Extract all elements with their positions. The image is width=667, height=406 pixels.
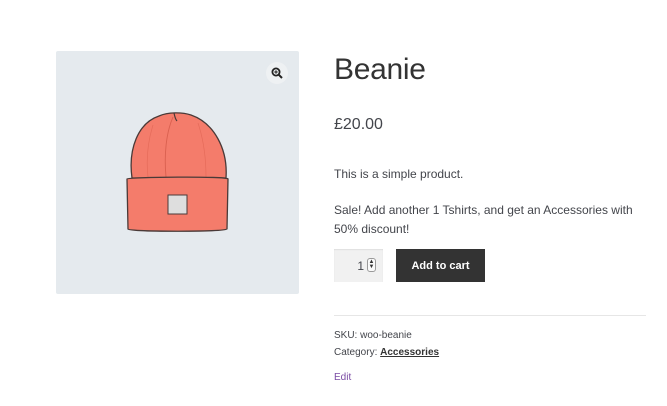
quantity-stepper[interactable]: ▲ ▼ — [334, 249, 383, 282]
category-link[interactable]: Accessories — [380, 347, 439, 358]
beanie-hat-image[interactable] — [56, 51, 299, 294]
zoom-in-icon — [271, 67, 283, 79]
sku-row: SKU: woo-beanie — [334, 327, 439, 344]
sku-label: SKU: — [334, 330, 358, 341]
spinner-down-icon[interactable]: ▼ — [369, 264, 375, 270]
product-meta: SKU: woo-beanie Category: Accessories — [334, 327, 439, 361]
product-gallery — [56, 51, 299, 294]
product-short-description: This is a simple product. — [334, 167, 464, 181]
sku-value: woo-beanie — [360, 330, 412, 341]
quantity-input[interactable] — [334, 249, 364, 282]
category-row: Category: Accessories — [334, 344, 439, 361]
zoom-button[interactable] — [266, 62, 288, 84]
divider — [334, 315, 646, 316]
product-title: Beanie — [334, 53, 426, 86]
product-price: £20.00 — [334, 116, 383, 133]
product-page: Beanie £20.00 This is a simple product. … — [0, 0, 667, 406]
sale-notice: Sale! Add another 1 Tshirts, and get an … — [334, 203, 633, 236]
edit-link[interactable]: Edit — [334, 372, 351, 383]
add-to-cart-button[interactable]: Add to cart — [396, 249, 485, 282]
quantity-spinner[interactable]: ▲ ▼ — [367, 258, 376, 272]
category-label: Category: — [334, 347, 378, 358]
